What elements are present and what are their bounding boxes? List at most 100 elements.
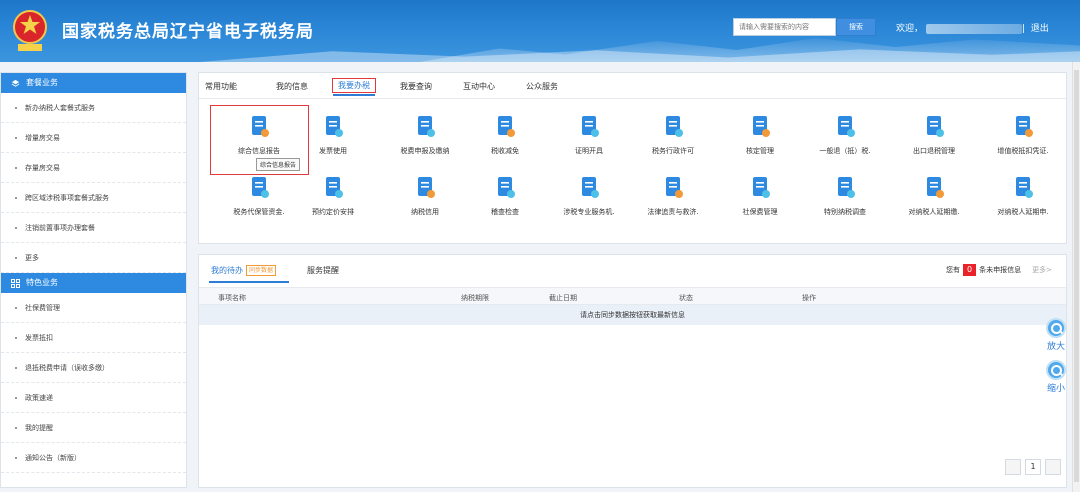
sidebar-item-announcements[interactable]: 通知公告（新版）: [1, 443, 186, 473]
more-link[interactable]: 更多>: [1032, 265, 1052, 275]
search-button[interactable]: 搜索: [836, 18, 876, 36]
tab-public-service[interactable]: 公众服务: [526, 81, 558, 92]
tab-common-functions[interactable]: 常用功能: [205, 81, 237, 92]
tab-query[interactable]: 我要查询: [400, 81, 432, 92]
service-label: 涉税专业服务机.: [563, 208, 615, 216]
service-label: 预约定价安排: [312, 208, 354, 216]
service-2[interactable]: 发票使用: [298, 115, 368, 157]
sidebar-item-more[interactable]: 更多: [1, 243, 186, 273]
pricing-schedule-icon: [326, 177, 343, 198]
logout-link[interactable]: | 退出: [1022, 21, 1049, 34]
service-11[interactable]: 税务代保管资金.: [224, 176, 294, 218]
sidebar-item-deregistration[interactable]: 注销前置事项办理套餐: [1, 213, 186, 243]
service-9[interactable]: 出口退税管理: [899, 115, 969, 157]
pager-next-button[interactable]: [1045, 459, 1061, 475]
sidebar-item-label: 存量房交易: [25, 163, 60, 172]
tax-reduction-icon: [498, 116, 515, 137]
bullet-icon: [15, 456, 17, 459]
service-12[interactable]: 预约定价安排: [298, 176, 368, 218]
service-label: 证明开具: [575, 147, 603, 155]
sidebar-item-new-taxpayer[interactable]: 新办纳税人套餐式服务: [1, 93, 186, 123]
sidebar-item-incremental-housing[interactable]: 增量房交易: [1, 123, 186, 153]
bullet-icon: [15, 306, 17, 309]
page-scrollbar[interactable]: [1072, 62, 1080, 492]
service-label: 纳税信用: [411, 208, 439, 216]
services-panel: 常用功能 我的信息 我要办税 我要查询 互动中心 公众服务: [198, 72, 1067, 244]
sidebar-item-label: 增量房交易: [25, 133, 60, 142]
sidebar-item-refund-application[interactable]: 退抵税费申请（误收多缴）: [1, 353, 186, 383]
bullet-icon: [15, 136, 17, 139]
service-3[interactable]: 税费申报及缴纳: [390, 115, 460, 157]
sidebar-item-policy-express[interactable]: 政策速递: [1, 383, 186, 413]
banner-mountains-front: [420, 38, 1080, 62]
pager-current-page[interactable]: 1: [1025, 459, 1041, 475]
tab-service-reminder[interactable]: 服务提醒: [307, 265, 339, 276]
bullet-icon: [15, 336, 17, 339]
sidebar-group-featured[interactable]: 特色业务: [1, 273, 186, 293]
special-investigation-icon: [838, 177, 855, 198]
service-4[interactable]: 税收减免: [470, 115, 540, 157]
sidebar-group-title: 套餐业务: [26, 78, 58, 87]
pager-prev-button[interactable]: [1005, 459, 1021, 475]
invoice-icon: [326, 116, 343, 137]
service-label: 稽查检查: [491, 208, 519, 216]
sidebar-item-label: 社保费管理: [25, 303, 60, 312]
service-1[interactable]: 综合信息报告: [224, 115, 294, 157]
service-8[interactable]: 一般退（抵）税.: [810, 115, 880, 157]
service-10[interactable]: 增值税抵扣凭证.: [988, 115, 1058, 157]
service-17[interactable]: 社保费管理: [725, 176, 795, 218]
sidebar-item-invoice-deduction[interactable]: 发票抵扣: [1, 323, 186, 353]
tax-payment-icon: [418, 116, 435, 137]
service-5[interactable]: 证明开具: [554, 115, 624, 157]
tab-my-info[interactable]: 我的信息: [276, 81, 308, 92]
service-label: 税费申报及缴纳: [400, 147, 450, 155]
service-13[interactable]: 纳税信用: [390, 176, 460, 218]
bullet-icon: [15, 396, 17, 399]
zoom-in-icon: [1046, 318, 1066, 338]
service-label: 税务代保管资金.: [233, 208, 285, 216]
service-label: 对纳税人延期缴.: [908, 208, 960, 216]
search-input[interactable]: [733, 18, 836, 36]
credit-icon: [418, 177, 435, 198]
service-tooltip: 综合信息报告: [256, 158, 301, 171]
sync-data-button[interactable]: 同步数据: [246, 265, 277, 276]
scrollbar-thumb[interactable]: [1074, 70, 1079, 482]
zoom-in-label: 放大: [1046, 342, 1065, 352]
national-emblem-icon: [13, 10, 47, 51]
sidebar-item-label: 通知公告（新版）: [25, 453, 81, 462]
main-tabs: 常用功能 我的信息 我要办税 我要查询 互动中心 公众服务: [199, 73, 1066, 99]
service-label: 税收减免: [491, 147, 519, 155]
undeclared-count-badge[interactable]: 0: [963, 264, 977, 276]
sidebar-group-packages[interactable]: 套餐业务: [1, 73, 186, 93]
custody-fund-icon: [252, 177, 269, 198]
service-6[interactable]: 税务行政许可: [638, 115, 708, 157]
service-label: 特别纳税调查: [824, 208, 866, 216]
document-mic-icon: [252, 116, 269, 137]
zoom-out-button[interactable]: 缩小: [1044, 360, 1068, 394]
professional-service-icon: [582, 177, 599, 198]
tab-interaction-center[interactable]: 互动中心: [463, 81, 495, 92]
bullet-icon: [15, 426, 17, 429]
service-label: 法律追责与救济.: [647, 208, 699, 216]
service-label: 发票使用: [319, 147, 347, 155]
zoom-in-button[interactable]: 放大: [1044, 318, 1068, 352]
service-7[interactable]: 核定管理: [725, 115, 795, 157]
sidebar-item-existing-housing[interactable]: 存量房交易: [1, 153, 186, 183]
column-header: 状态: [679, 294, 693, 302]
service-15[interactable]: 涉税专业服务机.: [554, 176, 624, 218]
service-label: 增值税抵扣凭证.: [997, 147, 1049, 155]
service-16[interactable]: 法律追责与救济.: [638, 176, 708, 218]
sidebar-item-cross-region[interactable]: 跨区域涉税事项套餐式服务: [1, 183, 186, 213]
top-banner: 国家税务总局辽宁省电子税务局 搜索 欢迎， | 退出: [0, 0, 1080, 62]
sidebar-item-my-reminders[interactable]: 我的提醒: [1, 413, 186, 443]
service-19[interactable]: 对纳税人延期缴.: [899, 176, 969, 218]
tab-my-todo[interactable]: 我的待办 同步数据: [211, 265, 277, 276]
tab-tax-handling[interactable]: 我要办税: [332, 78, 376, 96]
service-18[interactable]: 特别纳税调查: [810, 176, 880, 218]
service-14[interactable]: 稽查检查: [470, 176, 540, 218]
service-20[interactable]: 对纳税人延期申.: [988, 176, 1058, 218]
sidebar-item-label: 更多: [25, 253, 39, 262]
layers-icon: [11, 79, 20, 87]
service-label: 综合信息报告: [238, 147, 280, 155]
sidebar-item-social-security[interactable]: 社保费管理: [1, 293, 186, 323]
